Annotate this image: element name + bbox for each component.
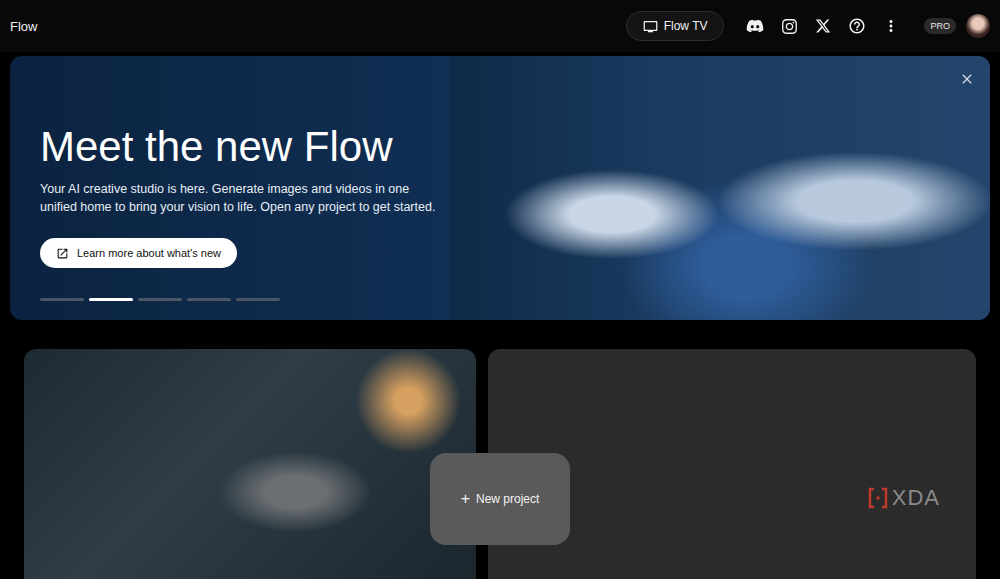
more-vertical-icon (882, 17, 900, 35)
slide-indicator[interactable] (89, 298, 133, 301)
hero-image (450, 56, 990, 320)
x-button[interactable] (806, 9, 840, 43)
hero-description: Your AI creative studio is here. Generat… (40, 180, 445, 216)
plus-icon: + (461, 491, 470, 507)
discord-button[interactable] (738, 9, 772, 43)
xda-watermark: XDA (868, 485, 940, 511)
flow-tv-button[interactable]: Flow TV (626, 11, 725, 41)
external-link-icon (56, 247, 69, 260)
hero-title: Meet the new Flow (40, 126, 393, 168)
learn-more-button[interactable]: Learn more about what's new (40, 238, 237, 268)
x-logo-icon (815, 18, 831, 34)
hero-banner: Meet the new Flow Your AI creative studio… (10, 56, 990, 320)
slide-indicators (40, 298, 280, 301)
user-avatar[interactable] (966, 14, 990, 38)
help-icon (848, 17, 866, 35)
app-title: Flow (10, 19, 626, 34)
xda-bracket-icon (868, 487, 888, 509)
instagram-button[interactable] (772, 9, 806, 43)
project-card[interactable] (24, 349, 476, 579)
learn-more-label: Learn more about what's new (77, 247, 221, 259)
flow-tv-label: Flow TV (664, 19, 708, 33)
slide-indicator[interactable] (40, 298, 84, 301)
slide-indicator[interactable] (236, 298, 280, 301)
more-button[interactable] (874, 9, 908, 43)
discord-icon (746, 17, 764, 35)
top-bar: Flow Flow TV PRO (0, 0, 1000, 52)
hero-text: Meet the new Flow Your AI creative studio… (10, 56, 450, 320)
flow-page: Flow Flow TV PRO Meet the new Flow Your AI c… (0, 0, 1000, 579)
help-button[interactable] (840, 9, 874, 43)
instagram-icon (781, 18, 798, 35)
new-project-label: New project (476, 492, 539, 506)
pro-badge: PRO (924, 18, 956, 34)
project-cards: XDA + New project (0, 349, 1000, 579)
xda-text: XDA (892, 485, 940, 511)
tv-icon (643, 19, 658, 34)
slide-indicator[interactable] (138, 298, 182, 301)
close-button[interactable] (956, 68, 978, 90)
new-project-button[interactable]: + New project (430, 453, 570, 545)
slide-indicator[interactable] (187, 298, 231, 301)
close-icon (959, 71, 975, 87)
